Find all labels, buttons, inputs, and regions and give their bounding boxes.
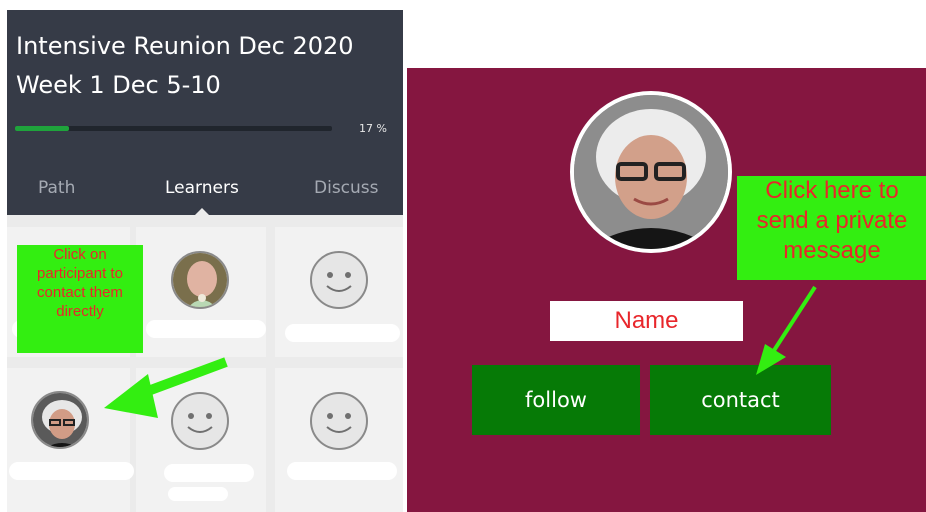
- arrow-head: [104, 374, 158, 418]
- arrow-head: [756, 344, 786, 375]
- arrow-line: [138, 357, 228, 399]
- arrow-line: [771, 285, 817, 354]
- annotation-arrows: [104, 285, 817, 418]
